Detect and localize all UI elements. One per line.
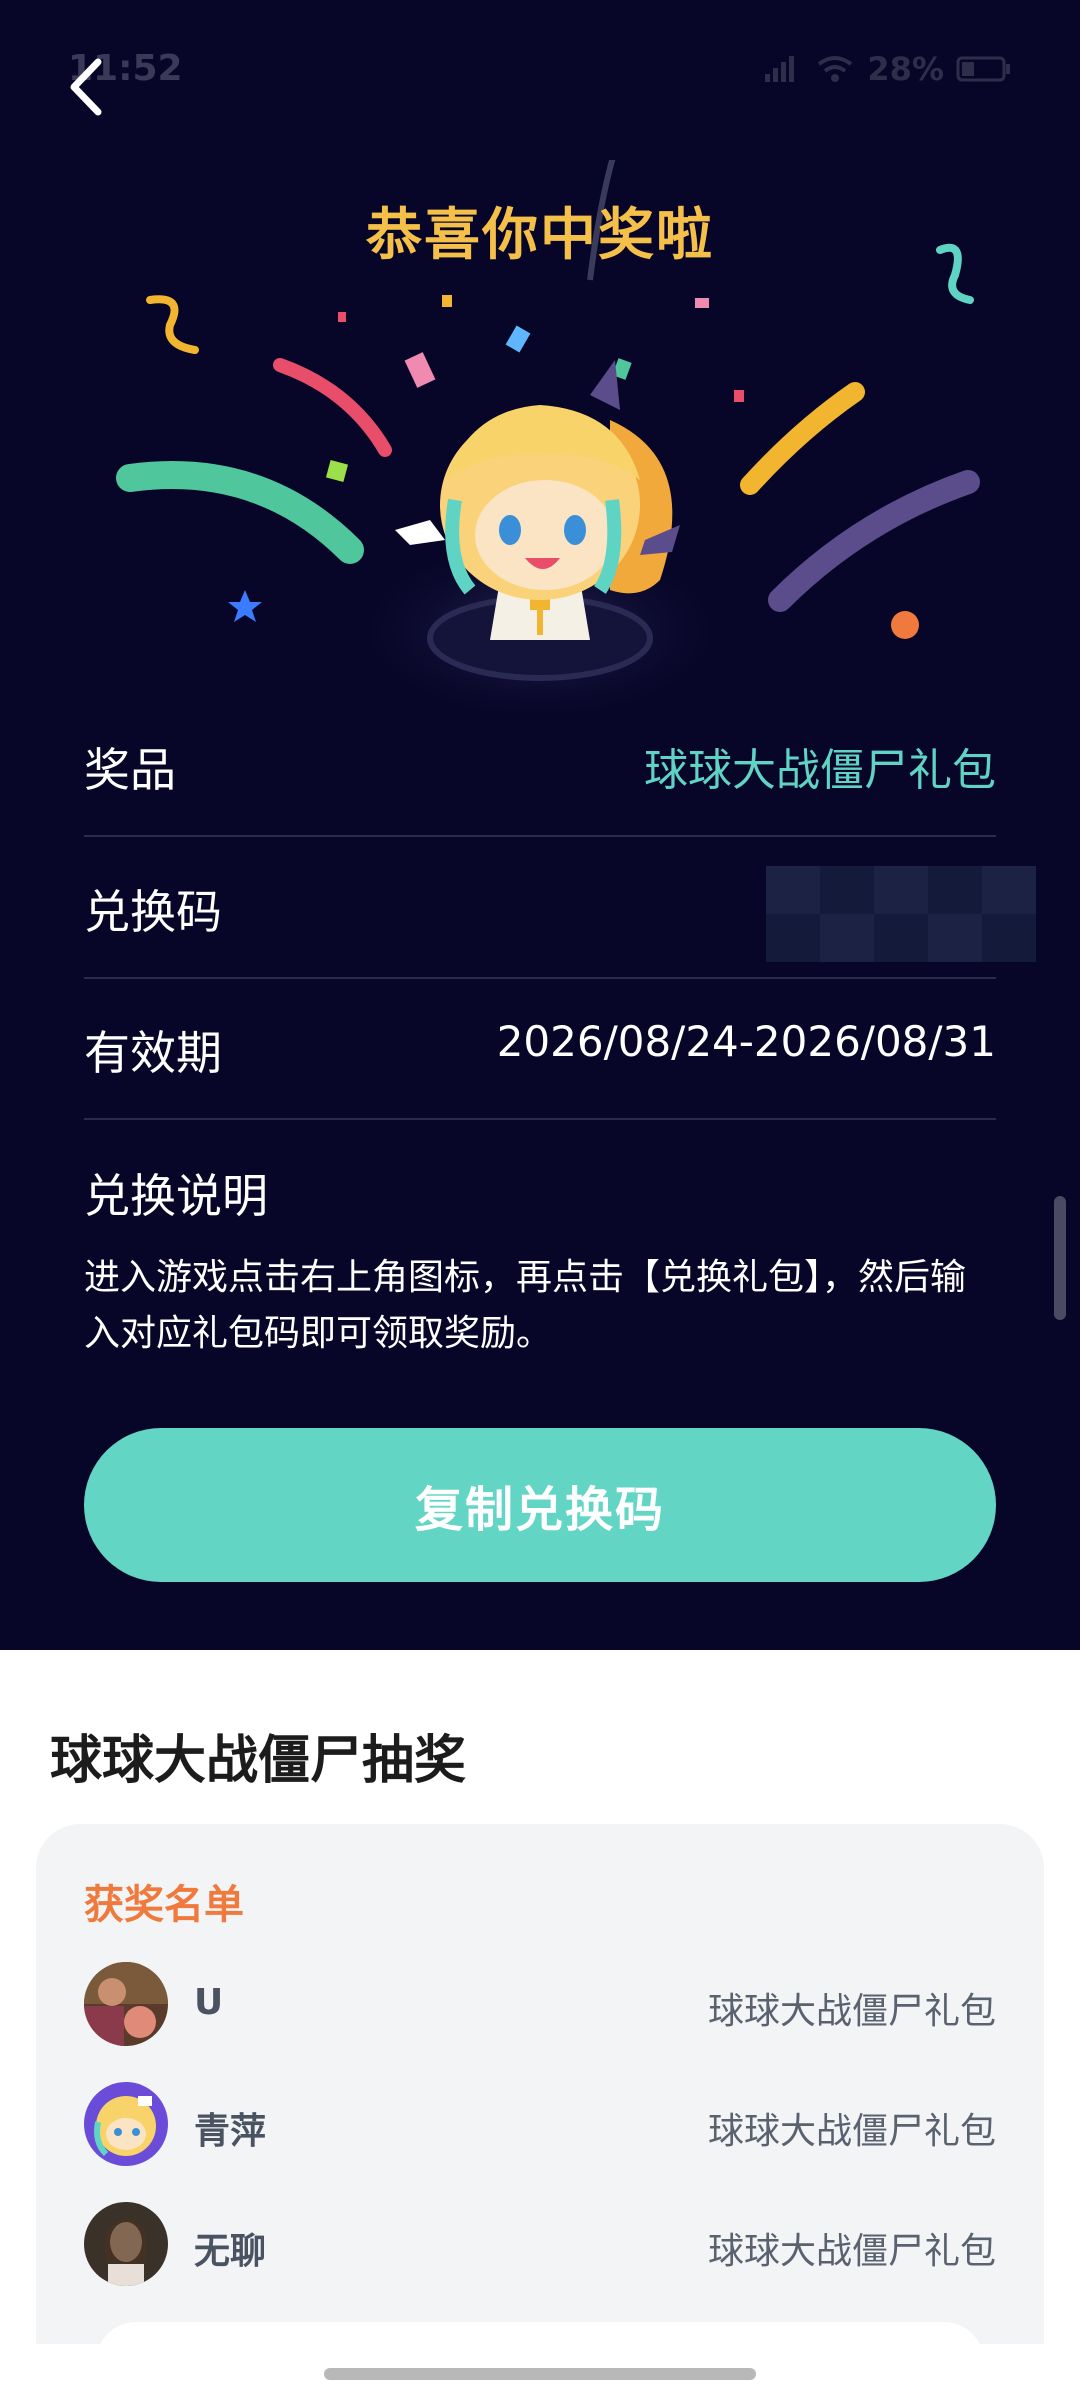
- status-bar: 11:52 28%: [0, 40, 1080, 100]
- code-row: 兑换码: [84, 836, 1036, 979]
- wifi-icon: [818, 56, 853, 82]
- status-icons: 28%: [763, 50, 1012, 88]
- section-title: 球球大战僵尸抽奖: [50, 1731, 467, 1791]
- congrats-title: 恭喜你中奖啦: [366, 203, 714, 268]
- winner-prize: 球球大战僵尸礼包: [707, 2231, 996, 2272]
- avatar: [84, 1962, 168, 2046]
- code-label: 兑换码: [84, 885, 222, 939]
- instructions-text: 进入游戏点击右上角图标，再点击【兑换礼包】，然后输入对应礼包码即可领取奖励。: [84, 1257, 967, 1354]
- chevron-left-icon: [70, 58, 102, 116]
- winners-title: 获奖名单: [84, 1882, 244, 1928]
- avatar: [84, 2202, 168, 2286]
- instructions-title: 兑换说明: [84, 1169, 268, 1223]
- winner-prize: 球球大战僵尸礼包: [707, 2111, 996, 2152]
- winner-row: U 球球大战僵尸礼包: [84, 1962, 996, 2048]
- battery-percent: 28%: [867, 50, 944, 88]
- prize-row: 奖品 球球大战僵尸礼包: [84, 694, 996, 837]
- home-indicator[interactable]: [324, 2368, 756, 2380]
- validity-value: 2026/08/24-2026/08/31: [496, 1017, 996, 1066]
- signal-icon: [765, 56, 795, 82]
- prize-label: 奖品: [84, 743, 176, 797]
- redeem-code-masked: [766, 866, 1036, 962]
- winner-name: 无聊: [194, 2231, 267, 2272]
- winner-name: 青萍: [194, 2111, 267, 2152]
- battery-icon: [956, 56, 1010, 82]
- winners-card: 获奖名单 U 球球大战僵尸礼包 青萍 球球大战僵尸礼包 无聊 球球大战僵尸礼包: [36, 1824, 1044, 2344]
- scrollbar[interactable]: [1054, 1196, 1066, 1320]
- winner-row: 无聊 球球大战僵尸礼包: [84, 2202, 996, 2288]
- winner-prize: 球球大战僵尸礼包: [707, 1991, 996, 2032]
- copy-code-button[interactable]: 复制兑换码: [84, 1428, 996, 1582]
- winner-name: U: [194, 1982, 224, 2023]
- back-button[interactable]: [58, 52, 118, 122]
- winner-row: 青萍 球球大战僵尸礼包: [84, 2082, 996, 2168]
- validity-row: 有效期 2026/08/24-2026/08/31: [84, 977, 996, 1120]
- validity-label: 有效期: [84, 1026, 222, 1080]
- avatar: [84, 2082, 168, 2166]
- prize-value: 球球大战僵尸礼包: [644, 745, 996, 796]
